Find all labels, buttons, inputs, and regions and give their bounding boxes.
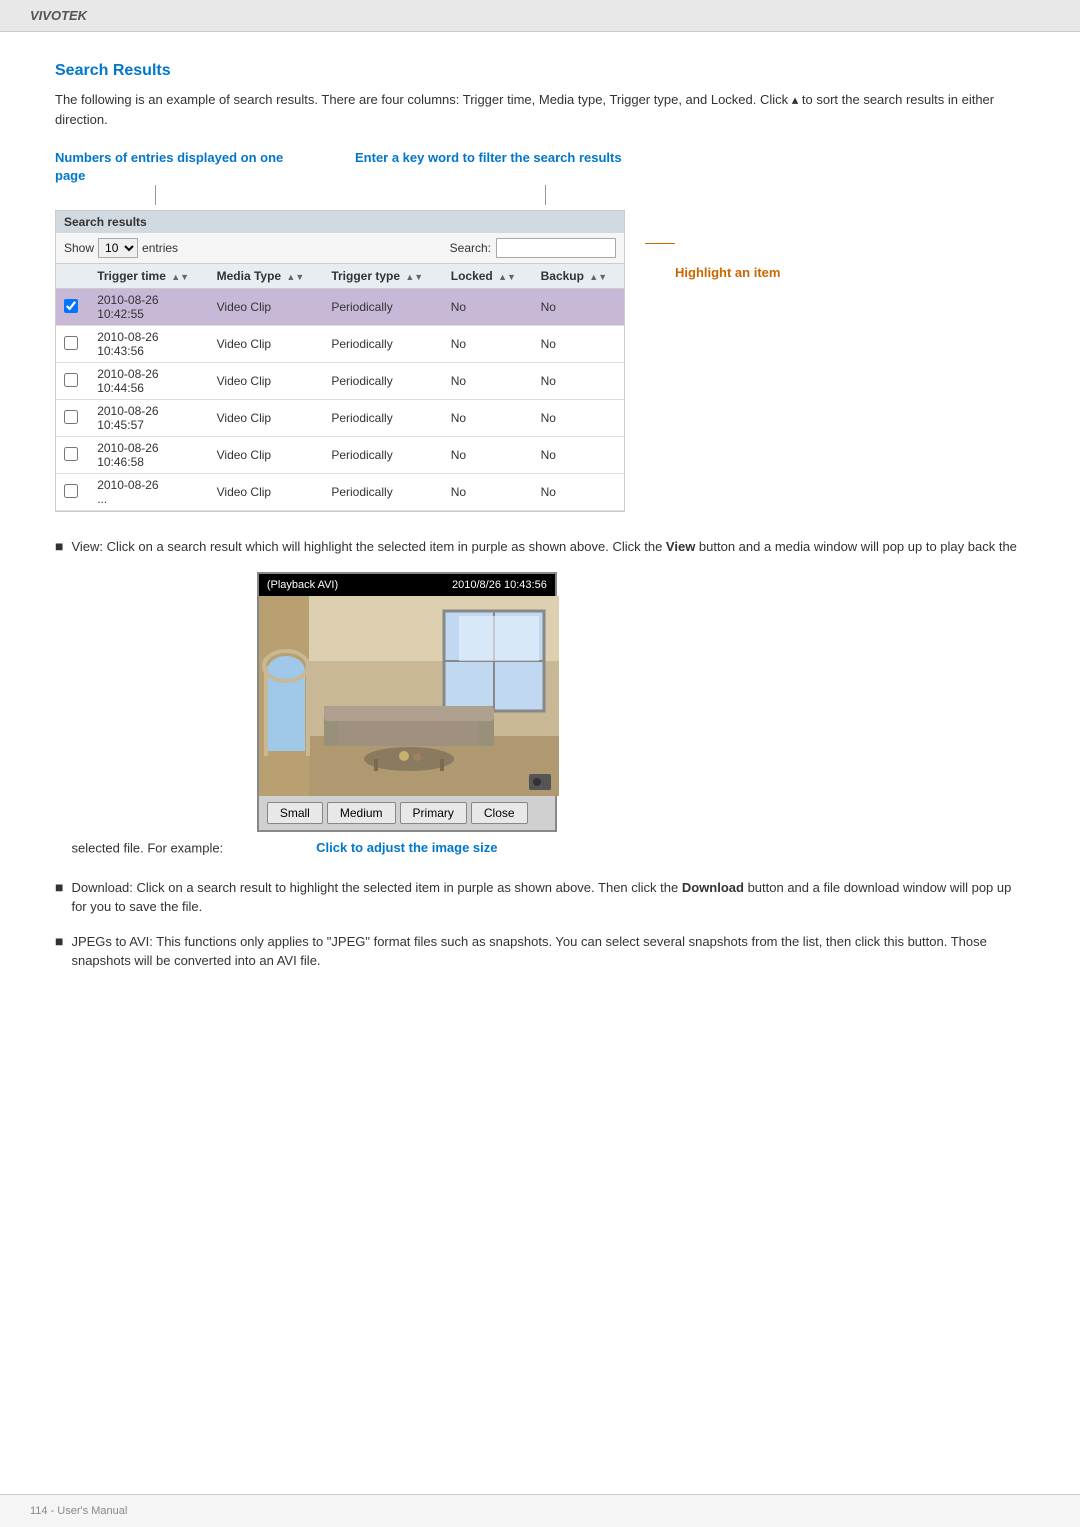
trigger-time-cell: 2010-08-2610:43:56 (89, 326, 208, 363)
locked-cell: No (443, 400, 533, 437)
table-row[interactable]: 2010-08-2610:46:58 Video Clip Periodical… (56, 437, 624, 474)
bullet-icon: ■ (55, 538, 63, 554)
playback-window: (Playback AVI) 2010/8/26 10:43:56 (257, 572, 557, 833)
content-block: Numbers of entries displayed on one page… (55, 149, 1025, 512)
medium-button[interactable]: Medium (327, 802, 396, 824)
intro-text: The following is an example of search re… (55, 90, 1025, 129)
media-type-cell: Video Clip (209, 400, 324, 437)
col-checkbox (56, 264, 89, 289)
table-controls: Show 10 25 50 entries Search: (56, 233, 624, 264)
table-body: 2010-08-2610:42:55 Video Clip Periodical… (56, 289, 624, 511)
row-checkbox[interactable] (64, 336, 78, 350)
media-type-cell: Video Clip (209, 363, 324, 400)
backup-cell: No (533, 363, 624, 400)
row-checkbox[interactable] (64, 373, 78, 387)
show-label: Show (64, 241, 94, 255)
trigger-type-cell: Periodically (323, 326, 442, 363)
backup-cell: No (533, 437, 624, 474)
jpegs-bullet: ■ JPEGs to AVI: This functions only appl… (55, 932, 1025, 971)
media-type-cell: Video Clip (209, 437, 324, 474)
jpegs-bullet-text: JPEGs to AVI: This functions only applie… (71, 932, 1025, 971)
media-type-cell: Video Clip (209, 326, 324, 363)
entries-annotation: Numbers of entries displayed on one page (55, 149, 285, 185)
backup-cell: No (533, 326, 624, 363)
view-bullet: ■ View: Click on a search result which w… (55, 537, 1025, 863)
download-bullet: ■ Download: Click on a search result to … (55, 878, 1025, 917)
bullet-icon: ■ (55, 933, 63, 949)
footer: 114 - User's Manual (0, 1494, 1080, 1527)
highlight-annotation-wrapper: Highlight an item (645, 235, 780, 280)
playback-title-left: (Playback AVI) (267, 577, 338, 594)
row-checkbox[interactable] (64, 410, 78, 424)
trigger-type-cell: Periodically (323, 400, 442, 437)
view-bullet-text: View: Click on a search result which wil… (71, 537, 1025, 863)
table-title-bar: Search results (56, 211, 624, 233)
table-row[interactable]: 2010-08-2610:42:55 Video Clip Periodical… (56, 289, 624, 326)
trigger-time-cell: 2010-08-26... (89, 474, 208, 511)
trigger-time-cell: 2010-08-2610:42:55 (89, 289, 208, 326)
entries-select[interactable]: 10 25 50 (98, 238, 138, 258)
close-button[interactable]: Close (471, 802, 528, 824)
table-row[interactable]: 2010-08-2610:45:57 Video Clip Periodical… (56, 400, 624, 437)
playback-image (259, 596, 559, 796)
section-title: Search Results (55, 62, 1025, 80)
playback-title-right: 2010/8/26 10:43:56 (452, 577, 547, 594)
table-row[interactable]: 2010-08-26... Video Clip Periodically No… (56, 474, 624, 511)
trigger-time-cell: 2010-08-2610:46:58 (89, 437, 208, 474)
locked-cell: No (443, 437, 533, 474)
footer-text: 114 - User's Manual (30, 1505, 127, 1517)
room-scene (259, 596, 559, 796)
primary-button[interactable]: Primary (400, 802, 467, 824)
col-trigger-type[interactable]: Trigger type ▲▼ (323, 264, 442, 289)
trigger-type-cell: Periodically (323, 289, 442, 326)
trigger-time-cell: 2010-08-2610:45:57 (89, 400, 208, 437)
main-content: Search Results The following is an examp… (0, 32, 1080, 1026)
locked-cell: No (443, 363, 533, 400)
show-entries-control: Show 10 25 50 entries (64, 238, 178, 258)
playback-title-bar: (Playback AVI) 2010/8/26 10:43:56 (259, 574, 555, 597)
highlight-annotation: Highlight an item (675, 265, 780, 280)
results-table: Trigger time ▲▼ Media Type ▲▼ Trigger ty… (56, 264, 624, 511)
locked-cell: No (443, 326, 533, 363)
adjust-caption: Click to adjust the image size (257, 838, 557, 858)
media-type-cell: Video Clip (209, 474, 324, 511)
bullet-icon: ■ (55, 879, 63, 895)
table-row[interactable]: 2010-08-2610:43:56 Video Clip Periodical… (56, 326, 624, 363)
search-input[interactable] (496, 238, 616, 258)
playback-controls: Small Medium Primary Close (259, 796, 555, 830)
bullets-section: ■ View: Click on a search result which w… (55, 537, 1025, 971)
playback-container: (Playback AVI) 2010/8/26 10:43:56 (257, 572, 557, 858)
col-media-type[interactable]: Media Type ▲▼ (209, 264, 324, 289)
row-checkbox[interactable] (64, 484, 78, 498)
row-checkbox[interactable] (64, 299, 78, 313)
table-row[interactable]: 2010-08-2610:44:56 Video Clip Periodical… (56, 363, 624, 400)
trigger-type-cell: Periodically (323, 474, 442, 511)
media-type-cell: Video Clip (209, 289, 324, 326)
table-head: Trigger time ▲▼ Media Type ▲▼ Trigger ty… (56, 264, 624, 289)
search-results-table-container: Search results Show 10 25 50 entries (55, 210, 625, 512)
col-trigger-time[interactable]: Trigger time ▲▼ (89, 264, 208, 289)
backup-cell: No (533, 474, 624, 511)
entries-suffix: entries (142, 241, 178, 255)
trigger-type-cell: Periodically (323, 363, 442, 400)
header: VIVOTEK (0, 0, 1080, 32)
brand-label: VIVOTEK (30, 8, 87, 23)
trigger-time-cell: 2010-08-2610:44:56 (89, 363, 208, 400)
backup-cell: No (533, 289, 624, 326)
filter-annotation: Enter a key word to filter the search re… (355, 149, 622, 185)
locked-cell: No (443, 474, 533, 511)
search-control: Search: (450, 238, 616, 258)
highlight-arrow-line (645, 243, 675, 244)
col-backup[interactable]: Backup ▲▼ (533, 264, 624, 289)
small-button[interactable]: Small (267, 802, 323, 824)
row-checkbox[interactable] (64, 447, 78, 461)
col-locked[interactable]: Locked ▲▼ (443, 264, 533, 289)
locked-cell: No (443, 289, 533, 326)
download-bullet-text: Download: Click on a search result to hi… (71, 878, 1025, 917)
trigger-type-cell: Periodically (323, 437, 442, 474)
search-label: Search: (450, 241, 491, 255)
table-wrapper: Search results Show 10 25 50 entries (55, 205, 1025, 512)
backup-cell: No (533, 400, 624, 437)
